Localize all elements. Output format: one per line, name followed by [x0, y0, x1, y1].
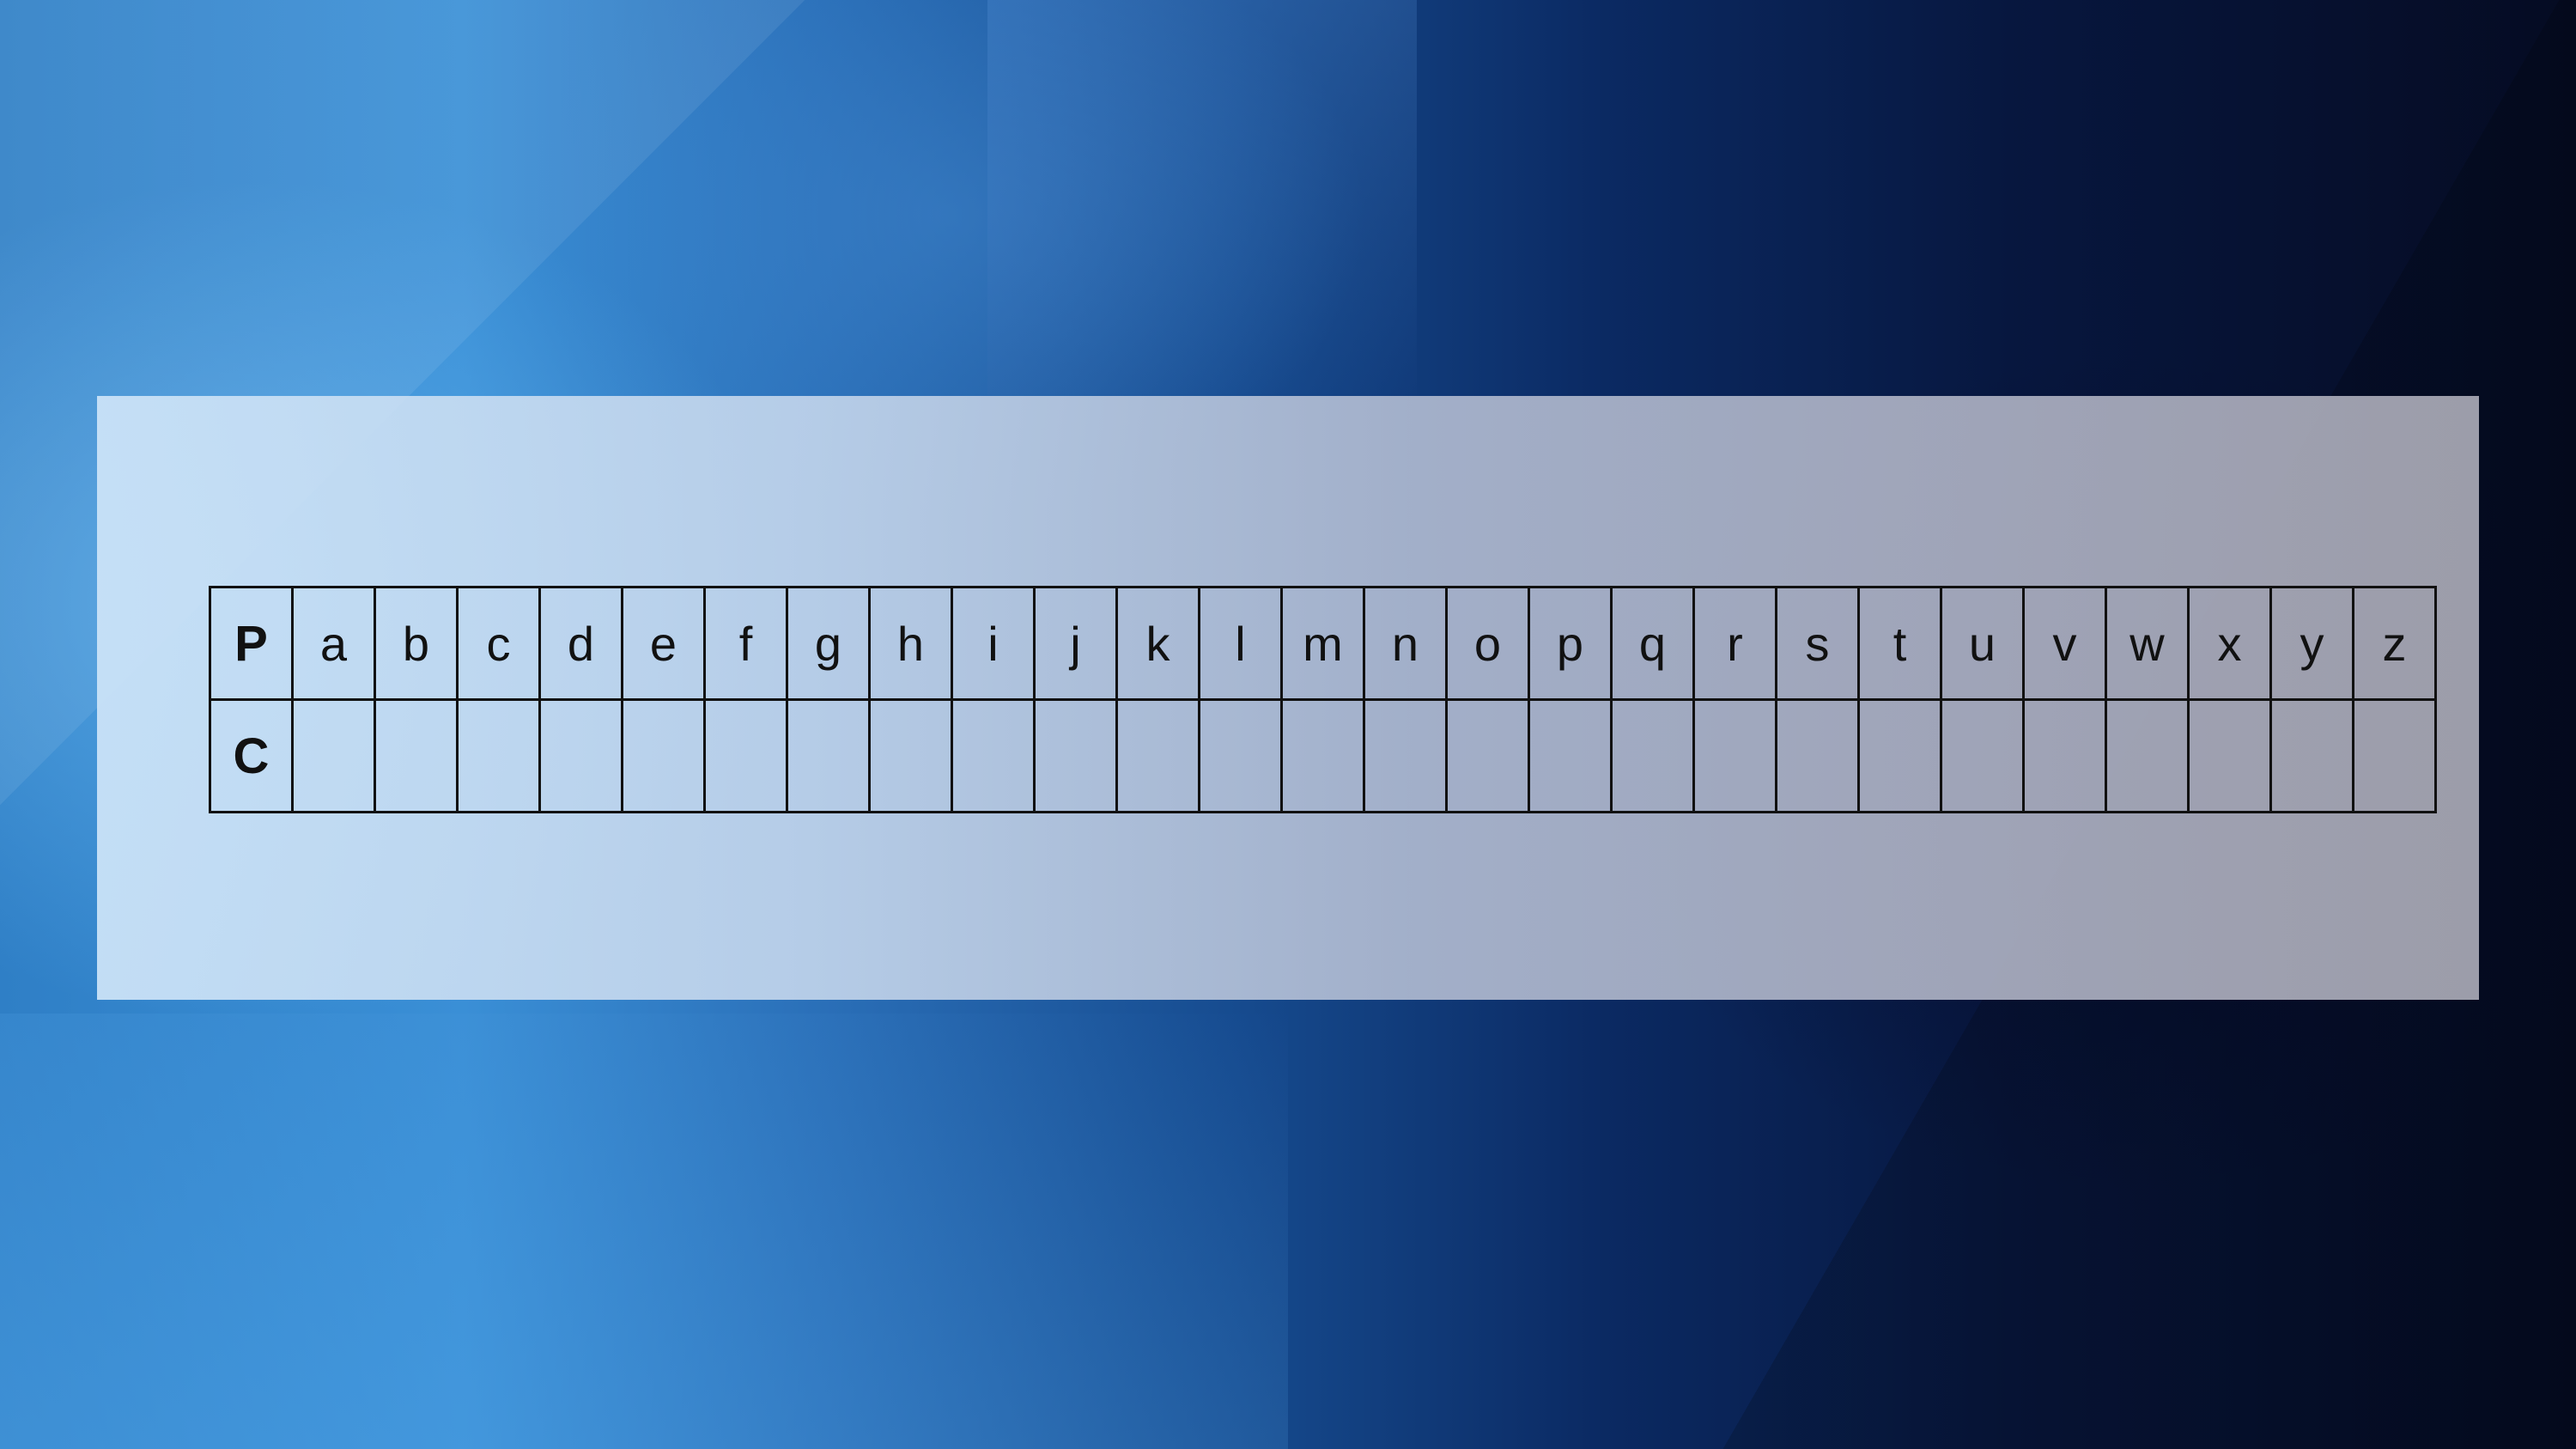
plaintext-row: P abcdefghijklmnopqrstuvwxyz [209, 586, 2437, 701]
plaintext-cell: x [2187, 586, 2272, 701]
ciphertext-cell[interactable] [951, 698, 1036, 813]
ciphertext-cell[interactable] [1775, 698, 1860, 813]
ciphertext-cell[interactable] [538, 698, 623, 813]
plaintext-cell: j [1033, 586, 1118, 701]
plaintext-cell: o [1445, 586, 1530, 701]
ciphertext-cell[interactable] [621, 698, 706, 813]
plaintext-label: P [209, 586, 294, 701]
ciphertext-cell[interactable] [1198, 698, 1283, 813]
plaintext-cell: r [1692, 586, 1777, 701]
plaintext-cell: w [2105, 586, 2190, 701]
plaintext-cell: k [1115, 586, 1200, 701]
plaintext-cell: y [2269, 586, 2354, 701]
plaintext-cell: u [1940, 586, 2025, 701]
ciphertext-cell[interactable] [1857, 698, 1942, 813]
plaintext-cell: s [1775, 586, 1860, 701]
ciphertext-cell[interactable] [1445, 698, 1530, 813]
ciphertext-cell[interactable] [786, 698, 871, 813]
ciphertext-cell[interactable] [868, 698, 953, 813]
ciphertext-cell[interactable] [1363, 698, 1448, 813]
plaintext-cell: t [1857, 586, 1942, 701]
plaintext-cell: n [1363, 586, 1448, 701]
plaintext-cell: l [1198, 586, 1283, 701]
background-facet [987, 0, 1417, 395]
ciphertext-cell[interactable] [2105, 698, 2190, 813]
ciphertext-row: C [209, 698, 2437, 813]
ciphertext-cell[interactable] [2022, 698, 2107, 813]
plaintext-cell: i [951, 586, 1036, 701]
ciphertext-cell[interactable] [2269, 698, 2354, 813]
plaintext-cell: a [291, 586, 376, 701]
ciphertext-cell[interactable] [456, 698, 541, 813]
plaintext-cell: e [621, 586, 706, 701]
ciphertext-cell[interactable] [1528, 698, 1613, 813]
ciphertext-cell[interactable] [374, 698, 459, 813]
plaintext-cell: z [2352, 586, 2437, 701]
ciphertext-cell[interactable] [1115, 698, 1200, 813]
plaintext-cell: p [1528, 586, 1613, 701]
ciphertext-cell[interactable] [2187, 698, 2272, 813]
ciphertext-cell[interactable] [1280, 698, 1365, 813]
plaintext-cell: q [1610, 586, 1695, 701]
ciphertext-cell[interactable] [1940, 698, 2025, 813]
plaintext-cell: c [456, 586, 541, 701]
plaintext-cell: g [786, 586, 871, 701]
ciphertext-cell[interactable] [1692, 698, 1777, 813]
background-facet [0, 1014, 1288, 1449]
ciphertext-label: C [209, 698, 294, 813]
ciphertext-cell[interactable] [291, 698, 376, 813]
plaintext-cell: b [374, 586, 459, 701]
ciphertext-cell[interactable] [2352, 698, 2437, 813]
ciphertext-cell[interactable] [703, 698, 788, 813]
plaintext-cell: m [1280, 586, 1365, 701]
plaintext-cell: d [538, 586, 623, 701]
plaintext-cell: h [868, 586, 953, 701]
plaintext-cell: v [2022, 586, 2107, 701]
cipher-table: P abcdefghijklmnopqrstuvwxyz C [209, 586, 2437, 813]
ciphertext-cell[interactable] [1610, 698, 1695, 813]
ciphertext-cell[interactable] [1033, 698, 1118, 813]
plaintext-cell: f [703, 586, 788, 701]
